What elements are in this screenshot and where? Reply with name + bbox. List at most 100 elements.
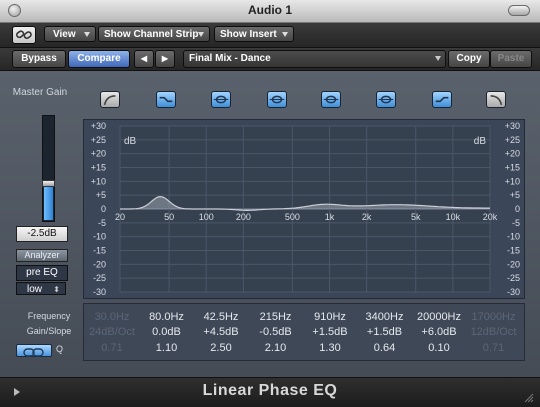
previous-setting-button[interactable]: ◀ — [134, 50, 154, 68]
frequency-value-band-8[interactable]: 17000Hz — [468, 311, 520, 323]
show-insert-menu[interactable]: Show Insert — [214, 26, 294, 42]
y-tick-label-left: -5 — [98, 218, 106, 228]
y-tick-label-right: +25 — [505, 135, 520, 145]
gain-value-band-8[interactable]: 12dB/Oct — [468, 326, 520, 338]
band-6-toggle[interactable] — [376, 91, 396, 108]
resolution-menu[interactable]: low ⬍ — [16, 282, 66, 295]
y-tick-label-right: -20 — [507, 259, 520, 269]
link-button[interactable] — [12, 26, 36, 44]
y-tick-label-right: +5 — [510, 190, 520, 200]
x-tick-label: 50 — [164, 212, 174, 222]
eq-graph[interactable]: +30 +30 +25 +25 +20 +20 +15 +15 +10 +10 +5 +5 0 0 -5 -5… — [83, 119, 525, 299]
frequency-value-band-4[interactable]: 215Hz — [250, 311, 302, 323]
plugin-window: Audio 1 View Show Channel Strip Show Ins… — [0, 0, 540, 407]
frequency-value-band-3[interactable]: 42.5Hz — [195, 311, 247, 323]
band-7-toggle[interactable] — [432, 91, 452, 108]
q-value-band-6[interactable]: 0.64 — [359, 342, 411, 354]
analyzer-mode-button[interactable]: pre EQ — [16, 265, 68, 281]
y-tick-label-left: -15 — [93, 246, 106, 256]
paste-button[interactable]: Paste — [490, 50, 532, 68]
gain-value-band-4[interactable]: -0.5dB — [250, 326, 302, 338]
gain-value-band-5[interactable]: +1.5dB — [304, 326, 356, 338]
q-label: Q — [56, 344, 64, 354]
resize-grip-icon[interactable] — [524, 393, 534, 403]
frequency-value-band-6[interactable]: 3400Hz — [359, 311, 411, 323]
y-tick-label-left: -25 — [93, 273, 106, 283]
x-tick-label: 2k — [362, 212, 372, 222]
y-tick-label-left: +25 — [91, 135, 106, 145]
bypass-button[interactable]: Bypass — [12, 50, 66, 68]
parametric-band-icon — [269, 95, 285, 104]
q-couple-button[interactable] — [16, 344, 52, 357]
q-value-band-3[interactable]: 2.50 — [195, 342, 247, 354]
q-value-band-5[interactable]: 1.30 — [304, 342, 356, 354]
frequency-value-band-7[interactable]: 20000Hz — [413, 311, 465, 323]
parametric-band-icon — [323, 95, 339, 104]
compare-button[interactable]: Compare — [68, 50, 130, 68]
y-tick-label-left: 0 — [101, 204, 106, 214]
gain-value-band-2[interactable]: 0.0dB — [141, 326, 193, 338]
y-tick-label-left: +30 — [91, 121, 106, 131]
high-cut-icon — [490, 95, 503, 106]
master-gain-handle[interactable] — [42, 180, 55, 187]
gain-value-band-6[interactable]: +1.5dB — [359, 326, 411, 338]
band-1-toggle[interactable] — [100, 91, 120, 108]
frequency-value-band-5[interactable]: 910Hz — [304, 311, 356, 323]
master-gain-fader[interactable] — [42, 115, 55, 222]
band-5-toggle[interactable] — [321, 91, 341, 108]
gain-value-band-1[interactable]: 24dB/Oct — [86, 326, 138, 338]
view-menu[interactable]: View — [44, 26, 96, 42]
q-value-band-7[interactable]: 0.10 — [413, 342, 465, 354]
graph-unit-right: dB — [474, 136, 487, 147]
frequency-value-band-2[interactable]: 80.0Hz — [141, 311, 193, 323]
view-menu-label: View — [53, 29, 76, 40]
band-8-toggle[interactable] — [486, 91, 506, 108]
plugin-name: Linear Phase EQ — [202, 382, 338, 399]
eq-graph-canvas: +30 +30 +25 +25 +20 +20 +15 +15 +10 +10 +5 +5 0 0 -5 -5… — [91, 121, 520, 297]
toolbar-toggle-button[interactable] — [508, 5, 530, 16]
y-tick-label-right: +30 — [505, 121, 520, 131]
gain-slope-label: Gain/Slope — [26, 326, 72, 336]
show-channel-strip-label: Show Channel Strip — [104, 29, 199, 40]
y-tick-label-right: -30 — [507, 287, 520, 297]
x-tick-label: 10k — [446, 212, 461, 222]
master-gain-value[interactable]: -2.5dB — [16, 226, 68, 242]
band-3-toggle[interactable] — [211, 91, 231, 108]
preset-menu[interactable]: Final Mix - Dance — [183, 50, 446, 68]
master-gain-label: Master Gain — [12, 87, 68, 98]
q-value-band-4[interactable]: 2.10 — [250, 342, 302, 354]
show-channel-strip-menu[interactable]: Show Channel Strip — [98, 26, 210, 42]
show-insert-label: Show Insert — [220, 29, 277, 40]
frequency-label: Frequency — [27, 311, 71, 321]
band-4-toggle[interactable] — [267, 91, 287, 108]
gain-value-band-3[interactable]: +4.5dB — [195, 326, 247, 338]
gain-value-band-7[interactable]: +6.0dB — [413, 326, 465, 338]
y-tick-label-left: +20 — [91, 149, 106, 159]
header-toolbar: View Show Channel Strip Show Insert — [0, 23, 540, 48]
next-setting-button[interactable]: ▶ — [155, 50, 175, 68]
q-value-band-2[interactable]: 1.10 — [141, 342, 193, 354]
y-tick-label-left: -30 — [93, 287, 106, 297]
copy-button[interactable]: Copy — [448, 50, 490, 68]
frequency-value-band-1[interactable]: 30.0Hz — [86, 311, 138, 323]
y-tick-label-right: -10 — [507, 232, 520, 242]
x-tick-label: 100 — [199, 212, 214, 222]
title-bar: Audio 1 — [0, 0, 540, 23]
x-tick-label: 5k — [411, 212, 421, 222]
q-value-band-8[interactable]: 0.71 — [468, 342, 520, 354]
graph-unit-left: dB — [124, 136, 137, 147]
parametric-band-icon — [213, 95, 229, 104]
x-tick-label: 1k — [325, 212, 335, 222]
chevron-down-icon — [282, 32, 288, 37]
band-parameters: Frequency Gain/Slope 30.0Hz 80.0Hz 42.5Hz 2… — [27, 303, 525, 361]
master-gain-fill — [44, 184, 53, 220]
q-value-band-1[interactable]: 0.71 — [86, 342, 138, 354]
y-tick-label-right: -25 — [507, 273, 520, 283]
analyzer-button[interactable]: Analyzer — [16, 249, 68, 262]
y-tick-label-right: +15 — [505, 163, 520, 173]
eq-main-panel: Master Gain -2.5dB Analyzer pre EQ low ⬍ … — [0, 71, 540, 377]
y-tick-label-left: +15 — [91, 163, 106, 173]
band-2-toggle[interactable] — [156, 91, 176, 108]
settings-toolbar: Bypass Compare ◀ ▶ Final Mix - Dance Cop… — [0, 48, 540, 71]
link-icon — [23, 348, 44, 357]
